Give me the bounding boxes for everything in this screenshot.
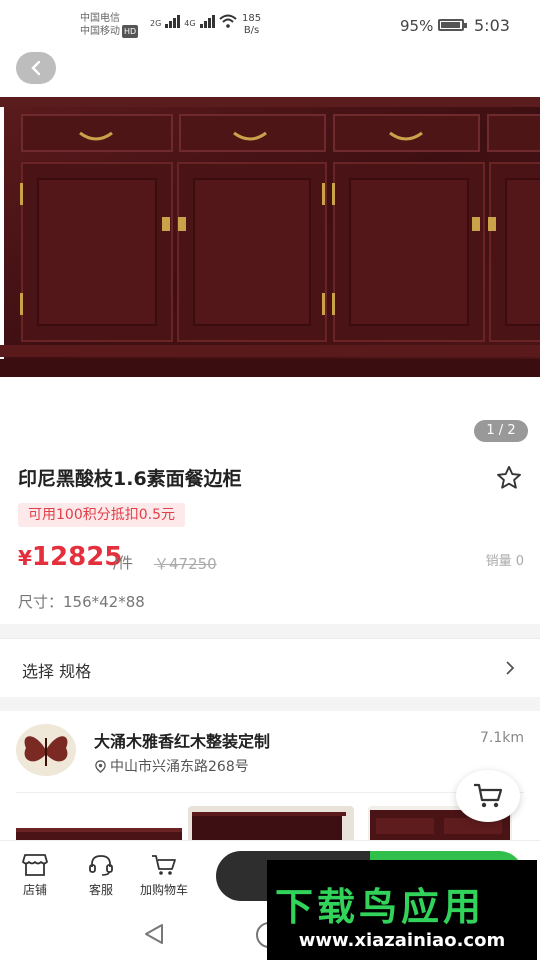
chevron-left-icon (31, 60, 41, 76)
network-speed: 185 B/s (242, 13, 261, 37)
add-to-cart-button[interactable]: 加购物车 (140, 853, 188, 898)
carrier-1: 中国电信 (80, 13, 120, 24)
signal-bars-icon (199, 14, 215, 28)
floating-cart-button[interactable] (456, 770, 520, 822)
product-image-gallery[interactable] (0, 50, 540, 450)
speed-unit: B/s (243, 25, 260, 36)
chevron-right-icon (506, 661, 515, 675)
clock: 5:03 (474, 16, 510, 35)
store-button[interactable]: 店铺 (22, 853, 48, 898)
product-image (0, 97, 540, 377)
service-label: 客服 (88, 883, 113, 897)
watermark-overlay: 下载鸟应用 www.xiazainiao.com (267, 860, 537, 960)
battery-icon (438, 19, 467, 31)
hd-badge: HD (122, 25, 139, 38)
shop-distance: 7.1km (479, 730, 524, 746)
store-label: 店铺 (22, 883, 47, 897)
shop-name[interactable]: 大涌木雅香红木整装定制 (94, 728, 270, 752)
add-cart-label: 加购物车 (140, 883, 189, 897)
spec-selector-row[interactable]: 选择 规格 (0, 638, 540, 697)
net-type-2: 4G (184, 19, 196, 28)
customer-service-button[interactable]: 客服 (88, 853, 114, 898)
image-pager: 1 / 2 (474, 420, 528, 442)
price: ¥12825 (18, 542, 122, 572)
battery-percent: 95% (400, 17, 434, 35)
net-type-1: 2G (150, 19, 162, 28)
status-bar: 中国电信 中国移动 HD 2G 4G 185 B/s 95% 5:03 (0, 0, 540, 50)
price-value: 12825 (31, 542, 123, 572)
product-size: 尺寸：156*42*88 (18, 593, 145, 611)
location-pin-icon (95, 760, 106, 773)
shop-address: 中山市兴涌东路268号 (94, 756, 249, 776)
headset-icon (89, 855, 113, 876)
cart-icon (474, 783, 503, 808)
section-divider (0, 624, 540, 638)
back-button[interactable] (16, 52, 56, 84)
signal-bars-icon (165, 14, 181, 28)
wifi-icon (218, 14, 237, 28)
watermark-url: www.xiazainiao.com (298, 930, 506, 951)
store-icon (22, 854, 48, 876)
price-unit: /件 (113, 554, 134, 572)
speed-value: 185 (242, 13, 262, 24)
watermark-title: 下载鸟应用 (275, 885, 486, 929)
favorite-star-icon[interactable] (495, 464, 523, 492)
shop-logo[interactable] (16, 724, 76, 776)
points-discount-badge: 可用100积分抵扣0.5元 (18, 503, 185, 527)
shop-address-text: 中山市兴涌东路268号 (110, 759, 249, 775)
nav-back-icon[interactable] (142, 922, 166, 946)
cart-icon (152, 855, 176, 875)
price-symbol: ¥ (18, 546, 32, 570)
signal-indicators: 2G 4G (150, 14, 237, 28)
spec-label: 选择 规格 (22, 662, 92, 681)
shop-divider (16, 792, 524, 793)
sales-count: 销量 0 (485, 554, 524, 569)
section-divider (0, 697, 540, 711)
carrier-2: 中国移动 (80, 26, 120, 37)
butterfly-logo-icon (24, 736, 68, 766)
product-title: 印尼黑酸枝1.6素面餐边柜 (18, 468, 242, 490)
carrier-info: 中国电信 中国移动 HD (80, 12, 139, 38)
original-price: ￥47250 (154, 555, 217, 573)
